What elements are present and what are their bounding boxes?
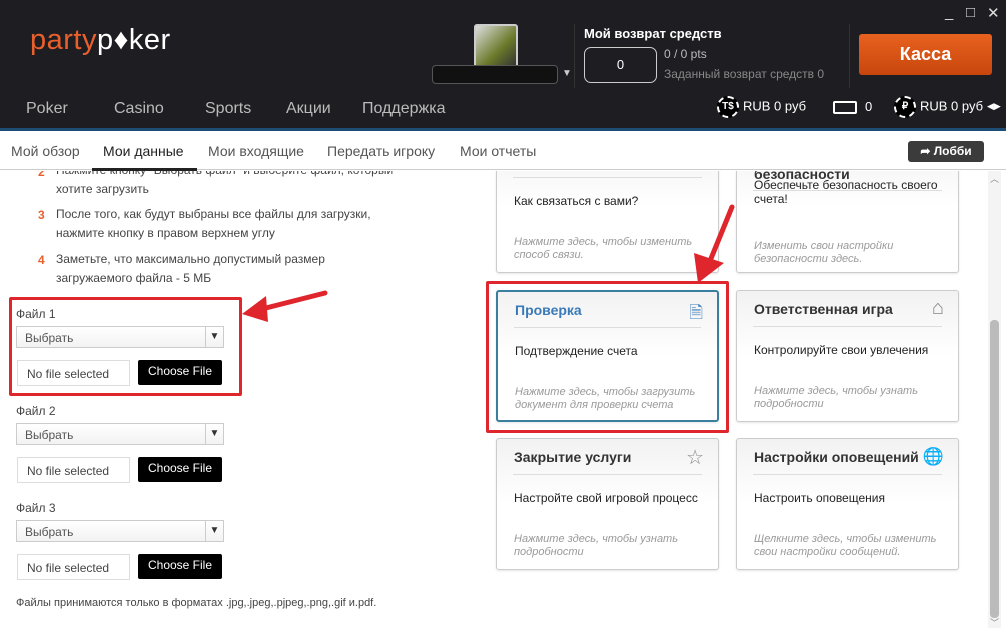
cashback-title: Мой возврат средств — [584, 26, 722, 41]
cashback-target: Заданный возврат средств 0 — [664, 67, 825, 81]
file-3-label: Файл 3 — [16, 501, 56, 515]
cashback-value: 0 — [584, 47, 657, 83]
tickets-balance[interactable]: 0 — [833, 99, 872, 115]
file-2-choose-button[interactable]: Choose File — [138, 457, 222, 482]
tab-inbox[interactable]: Мои входящие — [208, 143, 304, 159]
file-1-status: No file selected — [17, 360, 130, 386]
nav-sports[interactable]: Sports — [205, 100, 251, 118]
ruble-icon: ₽ — [894, 96, 916, 118]
file-1-type-select[interactable]: Выбрать ▼ — [16, 326, 224, 348]
file-3-type-select[interactable]: Выбрать ▼ — [16, 520, 224, 542]
step-number: 4 — [38, 253, 45, 267]
chevron-down-icon: ▼ — [205, 521, 223, 541]
star-icon: ☆ — [686, 447, 704, 469]
file-3-choose-button[interactable]: Choose File — [138, 554, 222, 579]
toggle-arrows-icon[interactable]: ◀▶ — [987, 101, 1001, 112]
tournament-dollar-icon: T$ — [717, 96, 739, 118]
file-2-label: Файл 2 — [16, 404, 56, 418]
tab-transfer[interactable]: Передать игроку — [327, 143, 435, 159]
avatar[interactable] — [474, 24, 518, 68]
scrollbar-thumb[interactable] — [990, 320, 999, 618]
partypoker-logo[interactable]: partyp♦ker — [30, 24, 171, 57]
file-2-status: No file selected — [17, 457, 130, 483]
card-security[interactable]: безопасности Обеспечьте безопасность свое… — [736, 171, 959, 273]
step-text: Заметьте, что максимально допустимый раз… — [56, 252, 325, 285]
cashier-button[interactable]: Касса — [859, 34, 992, 75]
document-check-icon: 🗎 — [689, 303, 703, 322]
scroll-down-icon[interactable]: ﹀ — [990, 616, 999, 629]
tournament-dollars-balance[interactable]: T$ RUB 0 руб — [717, 96, 806, 118]
card-responsible-gaming[interactable]: Ответственная игра ⌂ Контролируйте свои ув… — [736, 290, 959, 422]
card-contact[interactable]: Как связаться с вами? Нажмите здесь, чтоб… — [496, 171, 719, 273]
file-3-status: No file selected — [17, 554, 130, 580]
nav-promotions[interactable]: Акции — [286, 100, 331, 118]
file-2-type-select[interactable]: Выбрать ▼ — [16, 423, 224, 445]
card-notifications[interactable]: Настройки оповещений 🌐 Настроить оповещени… — [736, 438, 959, 570]
tab-overview[interactable]: Мой обзор — [11, 143, 80, 159]
tab-reports[interactable]: Мои отчеты — [460, 143, 536, 159]
back-arrow-icon: ➦ — [920, 144, 934, 158]
close-button[interactable]: ✕ — [987, 4, 1000, 22]
step-number: 2 — [38, 171, 45, 179]
nav-casino[interactable]: Casino — [114, 100, 164, 118]
scroll-up-icon[interactable]: ︿ — [990, 172, 999, 185]
tab-my-data[interactable]: Мои данные — [103, 143, 184, 159]
divider — [849, 24, 850, 88]
chevron-down-icon: ▼ — [205, 424, 223, 444]
chevron-down-icon[interactable]: ▼ — [562, 68, 572, 79]
divider — [574, 24, 575, 88]
step-text: Нажмите кнопку "Выбрать файл" и выберите… — [56, 171, 393, 196]
chevron-down-icon: ▼ — [205, 327, 223, 347]
minimize-button[interactable]: _ — [945, 4, 953, 21]
file-1-label: Файл 1 — [16, 307, 56, 321]
card-verification[interactable]: Проверка 🗎 Подтверждение счета Нажмите здес… — [496, 290, 719, 422]
formats-note: Файлы принимаются только в форматах .jpg… — [16, 597, 377, 609]
red-arrow-icon — [694, 204, 735, 283]
username-field[interactable] — [432, 65, 558, 84]
cash-balance[interactable]: ₽ RUB 0 руб — [894, 96, 983, 118]
content: 2 Нажмите кнопку "Выбрать файл" и выбери… — [0, 171, 988, 628]
nav-poker[interactable]: Poker — [26, 100, 68, 118]
nav-support[interactable]: Поддержка — [362, 100, 445, 118]
step-text: После того, как будут выбраны все файлы … — [56, 207, 371, 240]
step-number: 3 — [38, 208, 45, 222]
cashback-points: 0 / 0 pts — [664, 47, 707, 61]
red-arrow-icon — [242, 290, 328, 322]
house-icon: ⌂ — [931, 297, 944, 319]
card-close-account[interactable]: Закрытие услуги ☆ Настройте свой игровой п… — [496, 438, 719, 570]
maximize-button[interactable]: □ — [966, 4, 975, 21]
globe-icon: 🌐 — [922, 447, 944, 466]
lobby-button[interactable]: ➦ Лобби — [908, 141, 984, 162]
file-1-choose-button[interactable]: Choose File — [138, 360, 222, 385]
ticket-icon — [833, 101, 857, 115]
